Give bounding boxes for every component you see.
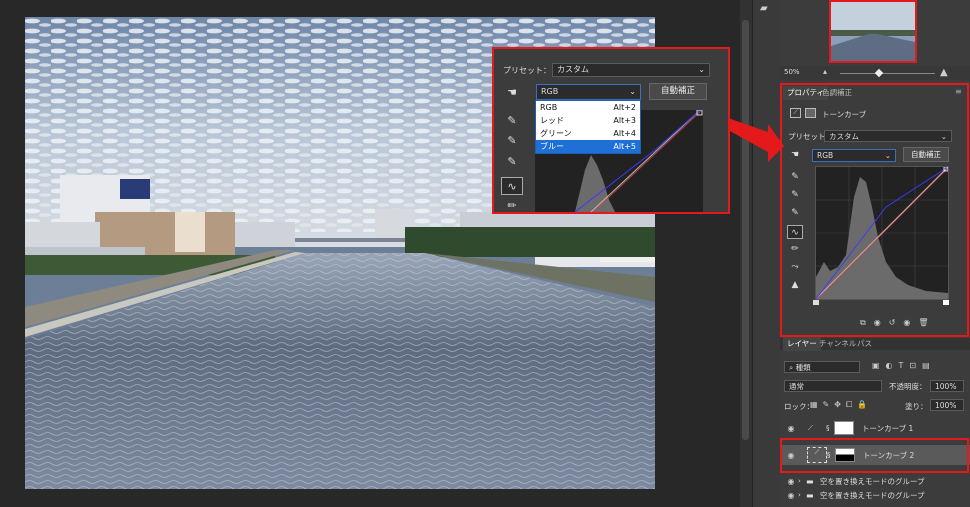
chevron-down-icon: ⌄	[940, 132, 947, 141]
menu-item-rgb[interactable]: RGB Alt+2	[536, 101, 640, 114]
menu-item-shortcut: Alt+4	[613, 129, 636, 138]
comment-icon[interactable]: ▰	[760, 3, 768, 14]
curve-point-tool-icon[interactable]: ∿	[501, 177, 523, 195]
fill-label: 塗り：	[905, 402, 928, 411]
gray-point-eyedropper-icon[interactable]: ✎	[787, 188, 803, 202]
layer-filter-icons[interactable]: ▣◐T⊡▤	[872, 361, 936, 370]
channel-dropdown-menu: RGB Alt+2 レッド Alt+3 グリーン Alt+4 ブルー Alt+5	[535, 100, 641, 154]
menu-item-label: レッド	[540, 116, 564, 125]
opacity-label: 不透明度：	[889, 382, 927, 391]
chevron-down-icon: ⌄	[698, 65, 705, 74]
navigator-preview	[831, 2, 915, 61]
popup-channel-value: RGB	[541, 87, 559, 96]
menu-item-green[interactable]: グリーン Alt+4	[536, 127, 640, 140]
eye-icon[interactable]: ◉	[784, 477, 798, 486]
menu-item-label: ブルー	[540, 142, 564, 151]
curves-plot	[815, 166, 950, 300]
layer-name: 空を置き換えモードのグループ	[820, 490, 925, 500]
popup-channel-select[interactable]: RGB ⌄	[536, 84, 641, 100]
chevron-right-icon[interactable]: ›	[798, 477, 806, 485]
eye-icon[interactable]: ◉	[784, 491, 798, 500]
view-previous-icon[interactable]: ◉	[874, 318, 881, 332]
filter-kind-value: 種類	[795, 363, 811, 372]
menu-item-shortcut: Alt+2	[613, 103, 636, 112]
black-point-eyedropper-icon[interactable]: ✎	[787, 170, 803, 184]
layer-name: 空を置き換えモードのグループ	[820, 476, 925, 486]
preset-value: カスタム	[829, 132, 859, 141]
on-image-adjust-icon[interactable]: ☚	[504, 86, 520, 100]
visibility-icon[interactable]: ◉	[903, 318, 910, 332]
zoom-slider-handle[interactable]	[874, 68, 884, 78]
gray-point-eyedropper-icon[interactable]: ✎	[504, 134, 520, 148]
clip-to-layer-icon[interactable]: ⧉	[860, 318, 866, 332]
callout-arrow	[728, 118, 784, 162]
layer-mask-icon[interactable]	[805, 108, 816, 118]
layer-group-row[interactable]: ◉ › ▬ 空を置き換えモードのグループ	[780, 474, 970, 488]
pencil-icon[interactable]: ✏	[504, 199, 520, 213]
preset-select[interactable]: カスタム ⌄	[824, 130, 952, 142]
folder-icon: ▬	[806, 490, 814, 500]
curves-adjustment-icon: ⟋	[790, 108, 801, 118]
popup-preset-select[interactable]: カスタム ⌄	[552, 63, 710, 77]
popup-preset-label: プリセット：	[503, 66, 551, 75]
smooth-curve-icon[interactable]: ⤳	[787, 260, 803, 274]
blend-mode-select[interactable]: 通常	[784, 380, 882, 392]
layer-row[interactable]: ◉ ⟋ § トーンカーブ 1	[780, 418, 970, 438]
trash-icon[interactable]: 🗑	[918, 318, 928, 332]
opacity-field[interactable]: 100%	[930, 380, 964, 392]
curves-graph[interactable]	[815, 166, 950, 300]
fill-field[interactable]: 100%	[930, 399, 964, 411]
zoom-in-icon[interactable]: ▲	[940, 67, 948, 78]
tab-paths[interactable]: パス	[853, 337, 876, 351]
menu-item-shortcut: Alt+3	[613, 116, 636, 125]
search-icon: ⌕	[789, 363, 796, 372]
white-slider-handle[interactable]	[943, 300, 949, 305]
eye-icon[interactable]: ◉	[784, 424, 798, 433]
menu-item-blue[interactable]: ブルー Alt+5	[536, 140, 640, 153]
white-point-eyedropper-icon[interactable]: ✎	[504, 155, 520, 169]
auto-button[interactable]: 自動補正	[903, 147, 949, 162]
chevron-down-icon: ⌄	[884, 151, 891, 160]
reset-icon[interactable]: ↺	[889, 318, 896, 332]
layer-group-row[interactable]: ◉ › ▬ 空を置き換えモードのグループ	[780, 488, 970, 502]
zoom-out-icon[interactable]: ▴	[823, 67, 827, 76]
menu-item-red[interactable]: レッド Alt+3	[536, 114, 640, 127]
layer-mask-thumbnail[interactable]	[834, 421, 854, 435]
properties-footer: ⧉ ◉ ↺ ◉ 🗑	[860, 318, 955, 332]
popup-preset-value: カスタム	[557, 65, 589, 74]
popup-auto-button[interactable]: 自動補正	[649, 83, 707, 100]
pencil-icon[interactable]: ✏	[787, 242, 803, 256]
channel-value: RGB	[817, 151, 834, 160]
on-image-adjust-icon[interactable]: ☚	[787, 148, 803, 162]
panel-dock-strip: ▰	[752, 0, 780, 507]
blend-mode-value: 通常	[789, 382, 804, 391]
panel-menu-icon[interactable]: ≡	[955, 87, 962, 96]
chevron-right-icon[interactable]: ›	[798, 491, 806, 499]
curve-point-tool-icon[interactable]: ∿	[787, 225, 803, 239]
menu-item-label: グリーン	[540, 129, 572, 138]
zoom-readout[interactable]: 50%	[784, 68, 800, 76]
link-icon[interactable]: §	[826, 424, 834, 432]
menu-item-label: RGB	[540, 103, 558, 112]
folder-icon: ▬	[806, 476, 814, 486]
black-point-eyedropper-icon[interactable]: ✎	[504, 114, 520, 128]
curves-adjustment-icon: ⟋	[808, 423, 813, 432]
layer-filter-kind-select[interactable]: ⌕ 種類	[784, 361, 860, 373]
adjustment-title: トーンカーブ	[822, 110, 867, 119]
selected-layer-highlight-frame	[780, 438, 969, 473]
lock-icons[interactable]: ▦✎✥⧠🔒	[810, 400, 872, 410]
clipping-warning-icon[interactable]: ▲	[787, 278, 803, 292]
chevron-down-icon: ⌄	[629, 87, 636, 96]
channel-select[interactable]: RGB ⌄	[812, 149, 896, 162]
navigator-thumbnail[interactable]	[829, 0, 917, 63]
navigator-zoom-bar: 50% ▴ ▲	[780, 66, 970, 80]
tab-adjustments[interactable]: 色調補正	[818, 86, 856, 100]
menu-item-shortcut: Alt+5	[613, 142, 636, 151]
layer-name: トーンカーブ 1	[862, 423, 914, 433]
zoom-slider-track[interactable]	[840, 73, 935, 74]
white-point-eyedropper-icon[interactable]: ✎	[787, 206, 803, 220]
scrollbar-thumb[interactable]	[742, 20, 749, 440]
black-slider-handle[interactable]	[813, 300, 819, 305]
